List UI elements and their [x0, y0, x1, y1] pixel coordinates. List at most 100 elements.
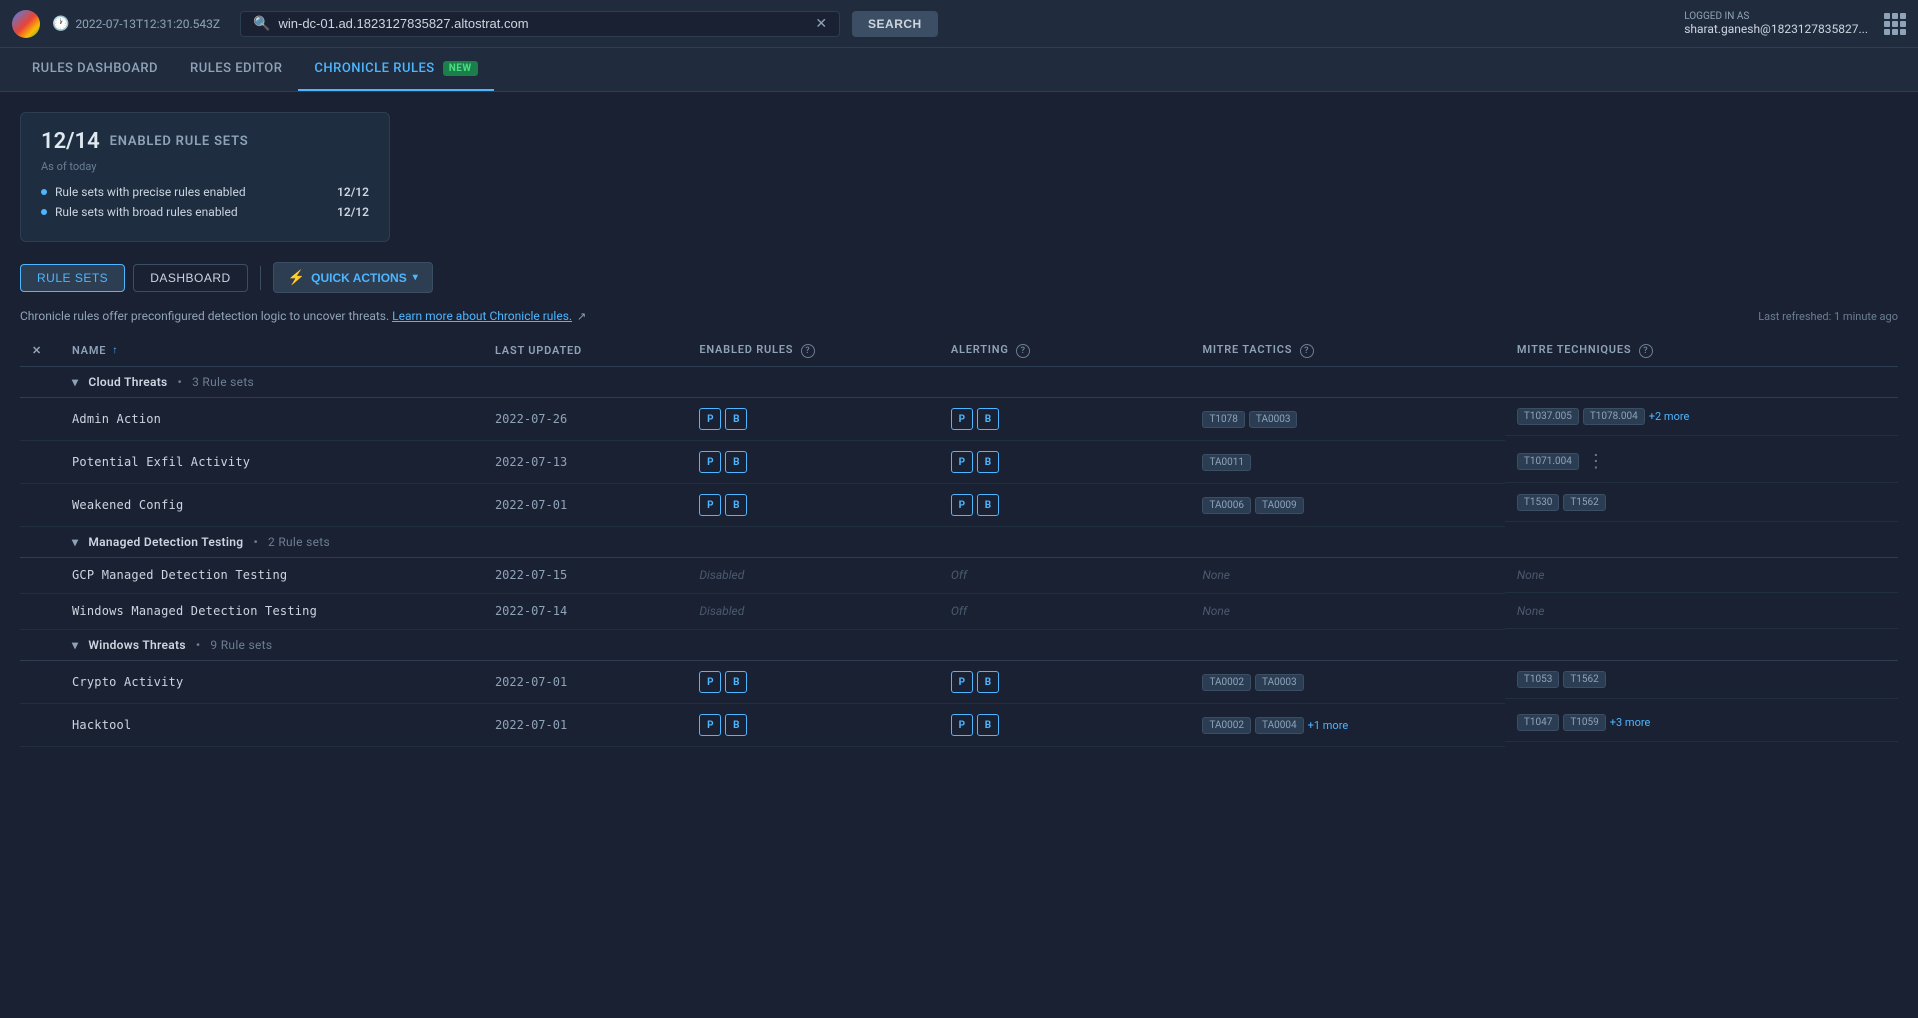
tactic-badge: TA0011 [1202, 454, 1251, 471]
group-row: ▾ Managed Detection Testing • 2 Rule set… [20, 527, 1898, 558]
row-techniques-cell: T1530T1562 [1505, 484, 1898, 522]
group-name: Cloud Threats [88, 375, 167, 389]
techniques-badges: T1047T1059 +3 more [1517, 714, 1650, 731]
th-mitre-techniques: MITRE TECHNIQUES ? [1505, 335, 1898, 367]
tactics-badges: TA0011 [1202, 454, 1492, 471]
tactic-badge: T1078 [1202, 411, 1244, 428]
row-date: 2022-07-13 [495, 455, 567, 469]
techniques-more[interactable]: +2 more [1649, 410, 1690, 423]
stats-broad-value: 12/12 [337, 205, 369, 219]
tactics-help-icon[interactable]: ? [1300, 344, 1314, 358]
chevron-icon[interactable]: ▾ [72, 638, 78, 652]
alerting-badges: P B [951, 671, 1179, 693]
table-row[interactable]: Crypto Activity 2022-07-01 P B P B TA000… [20, 661, 1898, 704]
techniques-help-icon[interactable]: ? [1639, 344, 1653, 358]
topbar-right: LOGGED IN AS sharat.ganesh@1823127835827… [1684, 11, 1906, 36]
timestamp-display: 🕐 2022-07-13T12:31:20.543Z [52, 16, 220, 32]
row-expand-cell [20, 661, 60, 704]
tactics-none: None [1202, 568, 1230, 582]
alerting-badges: P B [951, 451, 1179, 473]
quick-actions-button[interactable]: ⚡ QUICK ACTIONS ▾ [273, 262, 433, 293]
rule-sets-tab[interactable]: RULE SETS [20, 264, 125, 292]
dot-precise [41, 189, 47, 195]
technique-badge: T1037.005 [1517, 408, 1579, 425]
table-row[interactable]: Windows Managed Detection Testing 2022-0… [20, 594, 1898, 630]
search-bar[interactable]: 🔍 ✕ [240, 11, 840, 37]
th-name: NAME ↑ [60, 335, 483, 367]
technique-badge: T1071.004 [1517, 453, 1579, 470]
tactic-badge: TA0002 [1202, 717, 1251, 734]
group-count: 9 Rule sets [210, 638, 272, 652]
row-date: 2022-07-01 [495, 498, 567, 512]
technique-badge: T1059 [1563, 714, 1605, 731]
divider [260, 266, 261, 290]
row-date: 2022-07-01 [495, 718, 567, 732]
off-label: Off [951, 604, 967, 618]
table-row[interactable]: Weakened Config 2022-07-01 P B P B TA000… [20, 484, 1898, 527]
alerting-b-badge: B [977, 671, 999, 693]
row-menu-icon[interactable]: ⋮ [1587, 451, 1605, 472]
enabled-badges: P B [699, 671, 927, 693]
group-count: 3 Rule sets [192, 375, 254, 389]
alerting-help-icon[interactable]: ? [1016, 344, 1030, 358]
tactic-badge: TA0004 [1255, 717, 1304, 734]
learn-more-link[interactable]: Learn more about Chronicle rules. [392, 309, 572, 323]
row-techniques-cell: None [1505, 558, 1898, 593]
sort-arrow-icon[interactable]: ↑ [112, 345, 118, 356]
broad-badge: B [725, 494, 747, 516]
techniques-none: None [1517, 568, 1545, 582]
chevron-icon[interactable]: ▾ [72, 375, 78, 389]
row-enabled-cell: Disabled [687, 594, 939, 630]
row-expand-cell [20, 558, 60, 594]
row-name: GCP Managed Detection Testing [72, 568, 287, 582]
table-row[interactable]: Admin Action 2022-07-26 P B P B T1078TA0… [20, 398, 1898, 441]
tab-rules-editor[interactable]: RULES EDITOR [174, 47, 298, 91]
app-logo[interactable] [12, 10, 40, 38]
timestamp-value: 2022-07-13T12:31:20.543Z [75, 17, 220, 31]
description-bar: Chronicle rules offer preconfigured dete… [20, 309, 1898, 323]
enabled-rules-help-icon[interactable]: ? [801, 344, 815, 358]
broad-badge: B [725, 408, 747, 430]
technique-badge: T1047 [1517, 714, 1559, 731]
row-date: 2022-07-26 [495, 412, 567, 426]
th-mitre-tactics: MITRE TACTICS ? [1190, 335, 1504, 367]
stats-fraction: 12/14 [41, 129, 100, 154]
stats-precise-label: Rule sets with precise rules enabled [55, 185, 246, 199]
group-name: Managed Detection Testing [88, 535, 243, 549]
tab-chronicle-rules[interactable]: CHRONICLE RULES NEW [298, 47, 493, 91]
group-name: Windows Threats [88, 638, 186, 652]
table-row[interactable]: Hacktool 2022-07-01 P B P B TA0002TA0004… [20, 704, 1898, 747]
chevron-icon[interactable]: ▾ [72, 535, 78, 549]
search-button[interactable]: SEARCH [852, 11, 938, 37]
group-count: 2 Rule sets [268, 535, 330, 549]
row-expand-cell [20, 704, 60, 747]
row-tactics-cell: None [1190, 594, 1504, 630]
row-enabled-cell: P B [687, 398, 939, 441]
precision-badge: P [699, 714, 721, 736]
table-row[interactable]: Potential Exfil Activity 2022-07-13 P B … [20, 441, 1898, 484]
row-enabled-cell: P B [687, 484, 939, 527]
external-link-icon: ↗ [577, 310, 586, 323]
precision-badge: P [699, 408, 721, 430]
techniques-more[interactable]: +3 more [1610, 716, 1651, 729]
dashboard-tab[interactable]: DASHBOARD [133, 264, 248, 292]
row-name: Weakened Config [72, 498, 183, 512]
stats-row-broad: Rule sets with broad rules enabled 12/12 [41, 205, 369, 219]
alerting-badges: P B [951, 714, 1179, 736]
apps-icon[interactable] [1884, 13, 1906, 35]
clear-icon[interactable]: ✕ [815, 16, 827, 32]
tactics-badges: TA0006TA0009 [1202, 497, 1492, 514]
table-row[interactable]: GCP Managed Detection Testing 2022-07-15… [20, 558, 1898, 594]
logged-in-info: LOGGED IN AS sharat.ganesh@1823127835827… [1684, 11, 1868, 36]
tactics-more[interactable]: +1 more [1308, 719, 1349, 732]
row-alerting-cell: P B [939, 398, 1191, 441]
expand-all-icon[interactable]: ✕ [32, 344, 42, 357]
enabled-badges: P B [699, 451, 927, 473]
row-date: 2022-07-01 [495, 675, 567, 689]
techniques-badges: T1530T1562 [1517, 494, 1606, 511]
precision-badge: P [699, 671, 721, 693]
tab-rules-dashboard[interactable]: RULES DASHBOARD [16, 47, 174, 91]
enabled-badges: P B [699, 408, 927, 430]
search-input[interactable] [278, 16, 807, 31]
nav-tabs: RULES DASHBOARD RULES EDITOR CHRONICLE R… [0, 48, 1918, 92]
